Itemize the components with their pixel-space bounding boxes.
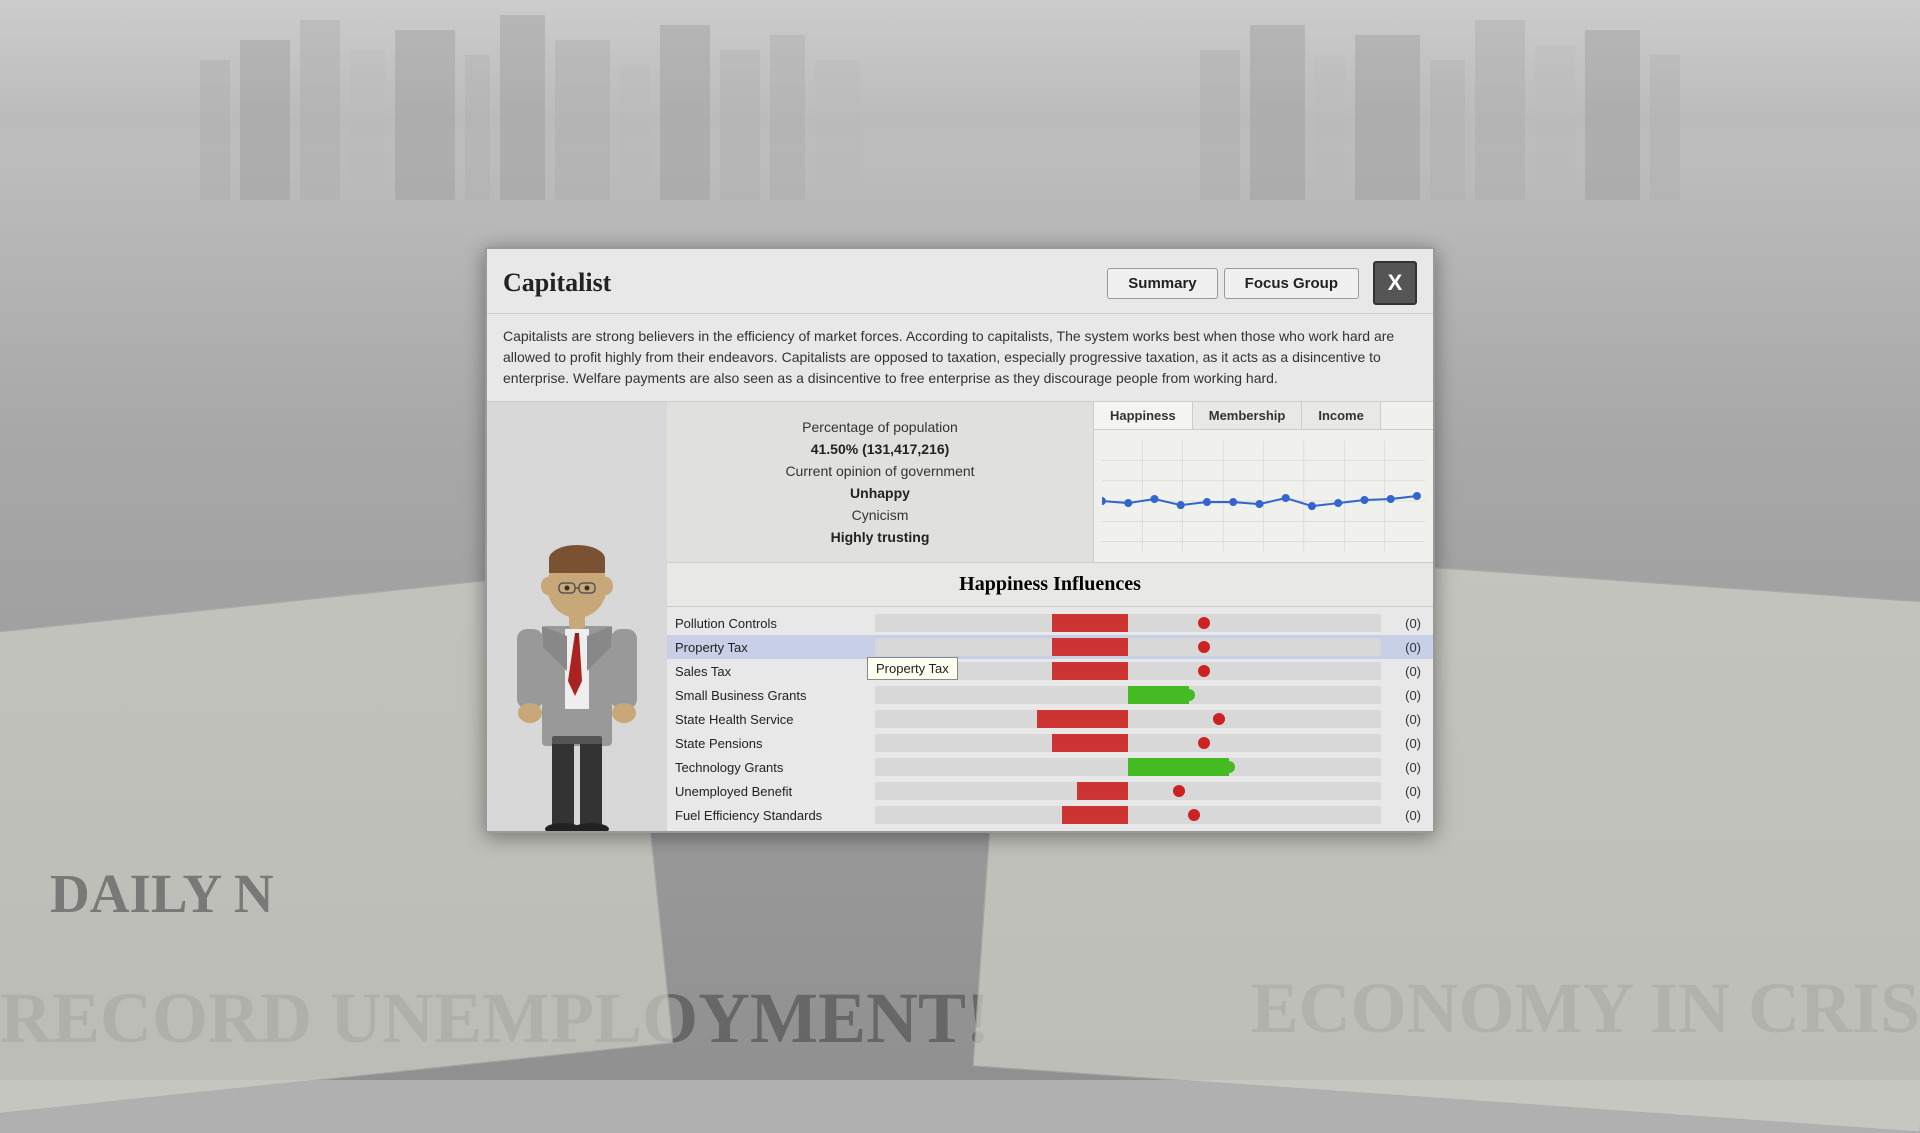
dialog-tab-buttons: Summary Focus Group X <box>1107 261 1417 305</box>
chart-area: Happiness Membership Income <box>1093 402 1433 562</box>
influence-bar <box>875 638 1381 656</box>
influence-row: Technology Grants (0) <box>667 755 1433 779</box>
influence-score: (0) <box>1381 712 1421 727</box>
influence-row: Property Tax(0)Property Tax <box>667 635 1433 659</box>
chart-tabs: Happiness Membership Income <box>1094 402 1433 430</box>
influence-name: Property Tax <box>675 640 875 655</box>
influence-bar <box>875 710 1381 728</box>
influence-score: (0) <box>1381 616 1421 631</box>
influence-bar <box>875 734 1381 752</box>
percentage-value: 41.50% (131,417,216) <box>811 441 950 457</box>
influences-section: Happiness Influences Pollution Controls (… <box>667 563 1433 831</box>
stats-top: Percentage of population 41.50% (131,417… <box>667 402 1433 563</box>
cynicism-label: Cynicism <box>852 507 909 523</box>
influence-name: Technology Grants <box>675 760 875 775</box>
dialog-body: Percentage of population 41.50% (131,417… <box>487 402 1433 831</box>
influence-score: (0) <box>1381 736 1421 751</box>
chart-tab-membership[interactable]: Membership <box>1193 402 1303 429</box>
influences-list: Pollution Controls(0)Property Tax(0)Prop… <box>667 607 1433 831</box>
influence-bar <box>875 614 1381 632</box>
summary-tab-button[interactable]: Summary <box>1107 267 1217 298</box>
capitalist-dialog: Capitalist Summary Focus Group X Capital… <box>485 247 1435 833</box>
influence-score: (0) <box>1381 808 1421 823</box>
chart-canvas <box>1094 430 1433 562</box>
influence-row: State Pensions (0) <box>667 731 1433 755</box>
opinion-label: Current opinion of government <box>785 463 974 479</box>
influence-score: (0) <box>1381 664 1421 679</box>
influence-score: (0) <box>1381 784 1421 799</box>
influence-score: (0) <box>1381 640 1421 655</box>
influence-name: Sales Tax <box>675 664 875 679</box>
dialog-header: Capitalist Summary Focus Group X <box>487 249 1433 314</box>
influence-row: Pollution Controls (0) <box>667 611 1433 635</box>
city-skyline <box>0 0 1920 200</box>
influence-name: Small Business Grants <box>675 688 875 703</box>
percentage-label: Percentage of population <box>802 419 958 435</box>
influence-bar <box>875 758 1381 776</box>
influence-row: Unemployed Benefit (0) <box>667 779 1433 803</box>
influence-name: Unemployed Benefit <box>675 784 875 799</box>
stats-panel: Percentage of population 41.50% (131,417… <box>667 402 1433 831</box>
influence-name: State Pensions <box>675 736 875 751</box>
dialog-description: Capitalists are strong believers in the … <box>487 314 1433 402</box>
chart-tab-happiness[interactable]: Happiness <box>1094 402 1193 429</box>
influence-row: Fuel Efficiency Standards (0) <box>667 803 1433 827</box>
influence-name: Fuel Efficiency Standards <box>675 808 875 823</box>
close-button[interactable]: X <box>1373 261 1417 305</box>
newspaper-daily-news: DAILY N <box>50 862 274 925</box>
influence-bar <box>875 806 1381 824</box>
opinion-value: Unhappy <box>850 485 910 501</box>
influence-bar <box>875 686 1381 704</box>
dialog-title: Capitalist <box>503 268 611 298</box>
influence-row: Sales Tax (0) <box>667 659 1433 683</box>
influence-score: (0) <box>1381 760 1421 775</box>
influences-title: Happiness Influences <box>667 563 1433 607</box>
cynicism-value: Highly trusting <box>831 529 930 545</box>
character-portrait <box>487 402 667 831</box>
influence-name: State Health Service <box>675 712 875 727</box>
focus-group-tab-button[interactable]: Focus Group <box>1224 267 1359 298</box>
influence-bar <box>875 662 1381 680</box>
influence-row: State Health Service (0) <box>667 707 1433 731</box>
influence-row: Small Business Grants (0) <box>667 683 1433 707</box>
influence-bar <box>875 782 1381 800</box>
influences-list-wrapper[interactable]: Pollution Controls(0)Property Tax(0)Prop… <box>667 607 1433 831</box>
chart-tab-income[interactable]: Income <box>1302 402 1381 429</box>
influence-name: Pollution Controls <box>675 616 875 631</box>
influence-score: (0) <box>1381 688 1421 703</box>
stats-info: Percentage of population 41.50% (131,417… <box>667 402 1093 562</box>
